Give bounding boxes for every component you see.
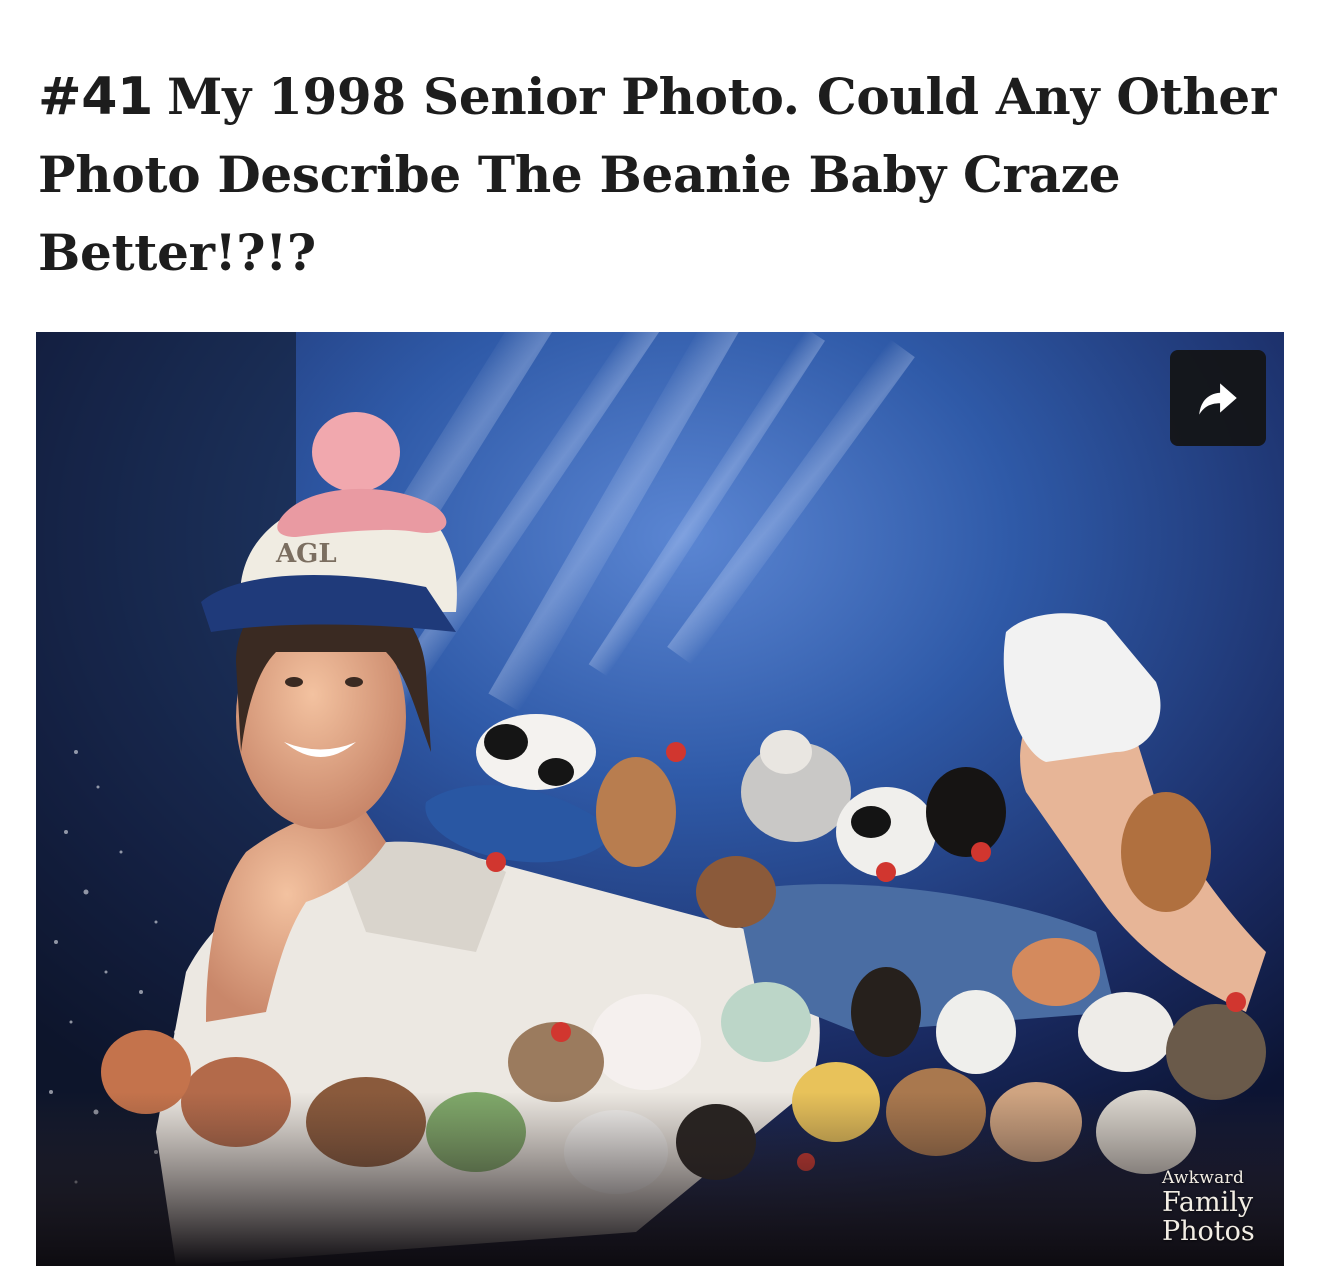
watermark-line-3: Photos — [1162, 1216, 1255, 1247]
awkward-family-photos-watermark: Awkward Family Photos — [1162, 1168, 1272, 1247]
svg-text:AGL: AGL — [275, 539, 337, 569]
article-title-text: My 1998 Senior Photo. Could Any Other Ph… — [38, 67, 1276, 282]
share-button[interactable] — [1170, 350, 1266, 446]
article-number: #41 — [38, 67, 154, 127]
watermark-line-1: Awkward — [1162, 1168, 1245, 1188]
senior-photo-illustration: AGL — [36, 332, 1284, 1266]
article-title: #41 My 1998 Senior Photo. Could Any Other… — [38, 58, 1288, 292]
watermark-line-2: Family — [1162, 1187, 1254, 1218]
senior-photo: AGL Awkward Family Photos — [36, 332, 1284, 1266]
share-arrow-icon — [1199, 383, 1237, 415]
